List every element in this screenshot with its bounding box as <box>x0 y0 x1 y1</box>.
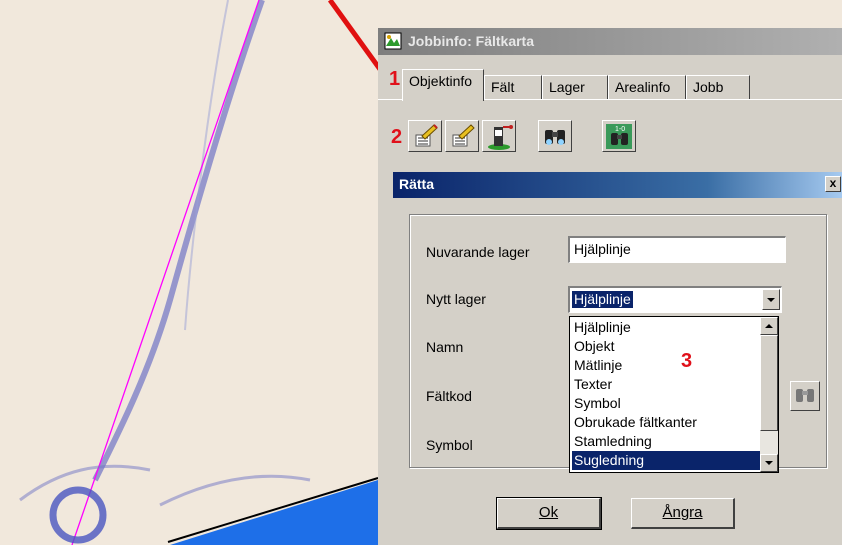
tab-bar: Objektinfo Fält Lager Arealinfo Jobb <box>378 69 842 101</box>
tab-falt[interactable]: Fält <box>484 75 542 99</box>
edit-list-icon <box>452 124 475 147</box>
new-layer-label: Nytt lager <box>426 291 486 307</box>
list-item[interactable]: Objekt <box>572 337 760 356</box>
tab-lager[interactable]: Lager <box>542 75 608 99</box>
new-layer-value: Hjälplinje <box>571 290 634 309</box>
cancel-label: Ångra <box>662 504 703 521</box>
dialog-title: Rätta <box>399 176 435 192</box>
marker-2: 2 <box>391 126 403 148</box>
list-item[interactable]: Obrukade fältkanter <box>572 413 760 432</box>
side-search-button[interactable] <box>790 381 820 411</box>
binoculars-numbered-icon: 1-0 <box>606 124 632 149</box>
binoculars-icon <box>796 389 814 402</box>
layer-tool-button[interactable] <box>482 120 516 152</box>
list-item[interactable]: Hjälplinje <box>572 318 760 337</box>
chevron-down-icon <box>767 298 775 302</box>
map-app-icon <box>384 32 402 50</box>
ok-label: Ok <box>538 504 559 521</box>
tab-objektinfo[interactable]: Objektinfo <box>402 69 484 101</box>
dropdown-button[interactable] <box>762 289 780 310</box>
tab-jobb[interactable]: Jobb <box>686 75 750 99</box>
field-code-label: Fältkod <box>426 388 472 404</box>
list-item[interactable]: Mätlinje <box>572 356 760 375</box>
symbol-label: Symbol <box>426 437 473 453</box>
dialog-titlebar[interactable]: Rätta x <box>393 172 842 198</box>
list-scrollbar[interactable] <box>760 317 778 472</box>
marker-1: 1 <box>389 68 401 90</box>
ratta-dialog: Rätta x Nuvarande lager Hjälplinje Nytt … <box>393 172 842 545</box>
edit-list-button-2[interactable] <box>445 120 479 152</box>
numbered-icon-label: 1-0 <box>615 126 625 133</box>
new-layer-dropdown[interactable]: Hjälplinje <box>568 286 782 313</box>
layer-dropdown-list[interactable]: Hjälplinje Objekt Mätlinje Texter Symbol… <box>569 316 779 473</box>
scroll-thumb[interactable] <box>760 335 778 431</box>
marker-3: 3 <box>681 350 693 372</box>
window-titlebar[interactable]: Jobbinfo: Fältkarta <box>378 28 842 55</box>
binoculars-icon <box>545 130 565 145</box>
layer-tool-icon <box>488 125 513 150</box>
list-item[interactable]: Symbol <box>572 394 760 413</box>
list-item[interactable]: Texter <box>572 375 760 394</box>
close-button[interactable]: x <box>825 176 841 192</box>
chevron-up-icon <box>765 324 773 328</box>
scroll-down-button[interactable] <box>760 454 778 472</box>
numbered-search-button[interactable]: 1-0 <box>602 120 636 152</box>
search-button[interactable] <box>538 120 572 152</box>
current-layer-field[interactable]: Hjälplinje <box>568 236 786 263</box>
name-label: Namn <box>426 339 464 355</box>
window-title: Jobbinfo: Fältkarta <box>408 33 535 49</box>
edit-list-icon <box>415 124 438 147</box>
chevron-down-icon <box>765 461 773 465</box>
tab-arealinfo[interactable]: Arealinfo <box>608 75 686 99</box>
current-layer-label: Nuvarande lager <box>426 244 530 260</box>
close-icon: x <box>829 176 837 190</box>
edit-list-button[interactable] <box>408 120 442 152</box>
cancel-button[interactable]: Ångra <box>631 498 735 529</box>
ok-button[interactable]: Ok <box>496 497 602 530</box>
scroll-up-button[interactable] <box>760 317 778 335</box>
list-item[interactable]: Stamledning <box>572 432 760 451</box>
list-item-selected[interactable]: Sugledning <box>572 451 760 470</box>
